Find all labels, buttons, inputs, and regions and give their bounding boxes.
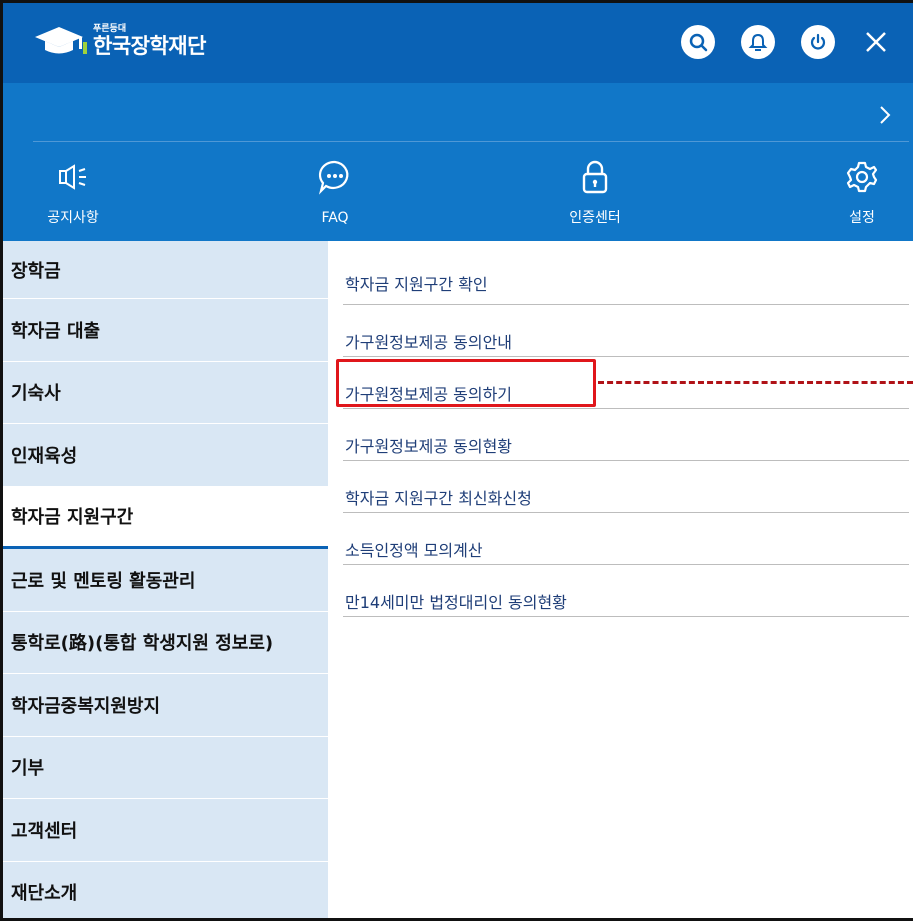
sub-menu: 학자금 지원구간 확인 가구원정보제공 동의안내 가구원정보제공 동의하기 가구…: [343, 241, 909, 617]
quick-menu-certification[interactable]: 인증센터: [535, 157, 655, 227]
nav-item-talent[interactable]: 인재육성: [3, 424, 328, 487]
annotation-dashed-line: [598, 381, 913, 384]
quick-menu-label: 공지사항: [47, 210, 99, 226]
nav-item-student-loan[interactable]: 학자금 대출: [3, 299, 328, 362]
sub-item-income-simulation[interactable]: 소득인정액 모의계산: [343, 513, 909, 565]
app-frame: 푸른등대 한국장학재단 공지사항 FAQ 인증센터 설정 장학금 학자금 대출 …: [0, 0, 913, 921]
logo[interactable]: 푸른등대 한국장학재단: [33, 23, 206, 59]
lock-icon: [580, 159, 610, 199]
nav-item-support-tier[interactable]: 학자금 지원구간: [3, 486, 328, 549]
nav-item-tonghakro[interactable]: 통학로(路)(통합 학생지원 정보로): [3, 612, 328, 674]
sub-item-tier-update[interactable]: 학자금 지원구간 최신화신청: [343, 461, 909, 513]
top-header: 푸른등대 한국장학재단: [3, 3, 913, 83]
quick-menu-label: FAQ: [321, 210, 349, 226]
quick-menu-faq[interactable]: FAQ: [275, 157, 395, 227]
band-divider: [33, 141, 909, 142]
quick-menu-band: 공지사항 FAQ 인증센터 설정: [3, 83, 913, 241]
gear-icon: [844, 159, 880, 199]
nav-item-scholarship[interactable]: 장학금: [3, 241, 328, 299]
bell-icon[interactable]: [741, 25, 775, 59]
quick-menu-label: 인증센터: [569, 210, 621, 226]
graduation-cap-icon: [33, 23, 89, 59]
nav-item-dormitory[interactable]: 기숙사: [3, 362, 328, 424]
close-icon[interactable]: [861, 27, 891, 57]
sub-item-check-tier[interactable]: 학자금 지원구간 확인: [343, 241, 909, 305]
quick-menu-label: 설정: [849, 210, 875, 226]
nav-item-work-mentoring[interactable]: 근로 및 멘토링 활동관리: [3, 549, 328, 612]
highlight-box: [336, 359, 596, 407]
quick-menu-notice[interactable]: 공지사항: [13, 157, 133, 227]
power-icon[interactable]: [801, 25, 835, 59]
megaphone-icon: [56, 162, 90, 196]
nav-item-about[interactable]: 재단소개: [3, 862, 328, 919]
search-icon[interactable]: [681, 25, 715, 59]
quick-menu-settings[interactable]: 설정: [802, 157, 913, 227]
logo-name: 한국장학재단: [93, 34, 206, 58]
sub-item-consent-status[interactable]: 가구원정보제공 동의현황: [343, 409, 909, 461]
nav-item-donation[interactable]: 기부: [3, 737, 328, 799]
logo-subtitle: 푸른등대: [93, 24, 127, 34]
nav-item-duplicate-prevention[interactable]: 학자금중복지원방지: [3, 674, 328, 737]
sub-item-consent-guide[interactable]: 가구원정보제공 동의안내: [343, 305, 909, 357]
sub-item-guardian-consent[interactable]: 만14세미만 법정대리인 동의현황: [343, 565, 909, 617]
nav-item-customer-center[interactable]: 고객센터: [3, 799, 328, 862]
chat-icon: [317, 159, 353, 199]
left-nav: 장학금 학자금 대출 기숙사 인재육성 학자금 지원구간 근로 및 멘토링 활동…: [3, 241, 328, 919]
chevron-right-icon[interactable]: [875, 103, 895, 127]
